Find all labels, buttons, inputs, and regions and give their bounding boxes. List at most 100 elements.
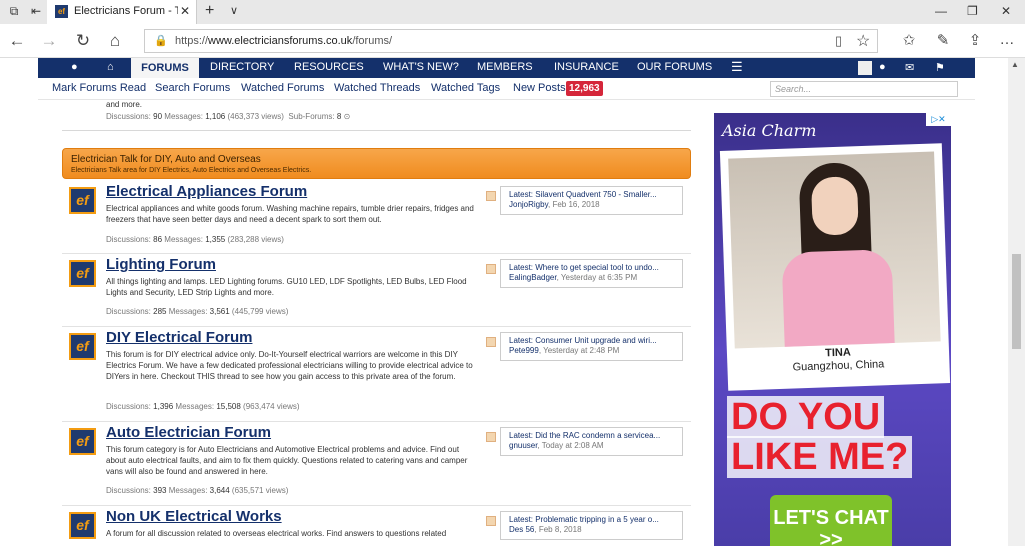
forum-description: All things lighting and lamps. LED Light… <box>106 277 467 297</box>
home-icon[interactable]: ⌂ <box>104 31 126 51</box>
new-posts-link[interactable]: New Posts <box>513 82 566 94</box>
active-tab[interactable]: ef Electricians Forum - Talk ✕ <box>47 0 197 24</box>
nav-members[interactable]: MEMBERS <box>477 61 533 73</box>
latest-thread-link[interactable]: Problematic tripping in a 5 year o... <box>535 515 659 524</box>
restore-icon[interactable]: ❐ <box>967 4 978 18</box>
forum-list: and more. Discussions: 90 Messages: 1,10… <box>38 100 698 546</box>
nav-toggle-icon[interactable]: ● <box>71 61 78 73</box>
ad-choices-icon[interactable]: ▷✕ <box>926 113 951 126</box>
latest-thread-link[interactable]: Did the RAC condemn a servicea... <box>535 431 660 440</box>
nav-home-icon[interactable]: ⌂ <box>107 61 114 73</box>
latest-thread-link[interactable]: Where to get special tool to undo... <box>535 263 659 272</box>
forum-row: ef DIY Electrical Forum This forum is fo… <box>62 327 691 422</box>
scrollbar-thumb[interactable] <box>1012 254 1021 349</box>
latest-post[interactable]: Latest: Problematic tripping in a 5 year… <box>500 511 683 540</box>
inbox-icon[interactable]: ✉ <box>905 61 914 74</box>
forum-stats: Discussions: 86 Messages: 1,355 (283,288… <box>106 235 284 244</box>
latest-user-link[interactable]: gnuuser <box>509 441 537 450</box>
forum-logo-icon: ef <box>69 260 96 287</box>
category-description: Electricians Talk area for DIY Electrics… <box>71 167 312 174</box>
category-title[interactable]: Electrician Talk for DIY, Auto and Overs… <box>71 154 261 165</box>
favorites-icon[interactable]: ✩ <box>898 31 920 49</box>
nav-forums[interactable]: FORUMS <box>131 58 199 78</box>
nav-our-forums[interactable]: OUR FORUMS <box>637 61 712 73</box>
share-icon[interactable]: ⇪ <box>964 31 986 49</box>
new-posts-count-badge[interactable]: 12,963 <box>566 81 603 96</box>
scroll-up-icon[interactable]: ▲ <box>1011 60 1019 69</box>
latest-user-link[interactable]: Pete999 <box>509 346 539 355</box>
more-icon[interactable]: … <box>996 31 1018 48</box>
chevron-down-icon[interactable]: ∨ <box>230 4 238 17</box>
latest-thread-link[interactable]: Consumer Unit upgrade and wiri... <box>535 336 656 345</box>
forum-title[interactable]: Lighting Forum <box>106 256 216 273</box>
rss-icon[interactable] <box>486 432 496 442</box>
page-scrollbar[interactable]: ▲ <box>1008 58 1025 546</box>
ad-headline-1: DO YOU <box>727 396 885 438</box>
forum-stats: Discussions: 1,396 Messages: 15,508 (963… <box>106 402 300 411</box>
nav-directory[interactable]: DIRECTORY <box>210 61 274 73</box>
mark-forums-read-link[interactable]: Mark Forums Read <box>52 82 146 94</box>
forum-logo-icon: ef <box>69 333 96 360</box>
url-text: https://www.electriciansforums.co.uk/for… <box>175 35 393 47</box>
rss-icon[interactable] <box>486 191 496 201</box>
forum-title[interactable]: Electrical Appliances Forum <box>106 183 307 200</box>
forum-row: ef Electrical Appliances Forum Electrica… <box>62 181 691 254</box>
address-bar[interactable]: 🔒 https://www.electriciansforums.co.uk/f… <box>144 29 878 53</box>
rss-icon[interactable] <box>486 516 496 526</box>
pen-icon[interactable]: ✎ <box>932 31 954 49</box>
reading-view-icon[interactable]: ▯ <box>835 33 842 49</box>
refresh-icon[interactable]: ↻ <box>72 31 94 51</box>
latest-post[interactable]: Latest: Silavent Quadvent 750 - Smaller.… <box>500 186 683 215</box>
browser-tab-bar: ⧉ ⇤ ef Electricians Forum - Talk ✕ + ∨ —… <box>0 0 1025 24</box>
forum-row: ef Auto Electrician Forum This forum cat… <box>62 422 691 506</box>
ad-headline-2: LIKE ME? <box>727 436 913 478</box>
nav-whats-new[interactable]: WHAT'S NEW? <box>383 61 459 73</box>
ad-photo: TINA Guangzhou, China <box>719 143 951 391</box>
tab-set-aside-icon[interactable]: ⧉ <box>6 3 22 19</box>
category-header[interactable]: Electrician Talk for DIY, Auto and Overs… <box>62 148 691 179</box>
forum-title[interactable]: DIY Electrical Forum <box>106 329 252 346</box>
forum-row: ef Lighting Forum All things lighting an… <box>62 254 691 327</box>
nav-insurance[interactable]: INSURANCE <box>554 61 619 73</box>
rss-icon[interactable] <box>486 337 496 347</box>
forum-title[interactable]: Non UK Electrical Works <box>106 508 282 525</box>
forum-description: This forum is for DIY electrical advice … <box>106 350 473 381</box>
divider <box>62 130 691 131</box>
subforums-toggle-icon[interactable]: ⊙ <box>344 112 351 121</box>
forum-description: Electrical appliances and white goods fo… <box>106 204 474 224</box>
latest-user-link[interactable]: JonjoRigby <box>509 200 548 209</box>
alerts-flag-icon[interactable]: ⚑ <box>935 61 945 74</box>
latest-post[interactable]: Latest: Did the RAC condemn a servicea..… <box>500 427 683 456</box>
latest-user-link[interactable]: EalingBadger <box>509 273 557 282</box>
close-window-icon[interactable]: ✕ <box>1001 4 1011 18</box>
user-icon[interactable]: ● <box>879 61 886 73</box>
tab-back-icon[interactable]: ⇤ <box>28 3 44 19</box>
avatar[interactable] <box>858 61 872 75</box>
sidebar-advertisement[interactable]: Asia Charm ▷✕ TINA Guangzhou, China DO Y… <box>714 113 951 546</box>
rss-icon[interactable] <box>486 264 496 274</box>
forward-icon[interactable]: → <box>38 31 60 51</box>
search-forums-link[interactable]: Search Forums <box>155 82 230 94</box>
search-input[interactable]: Search... <box>770 81 958 97</box>
back-icon[interactable]: ← <box>6 31 28 51</box>
latest-post[interactable]: Latest: Consumer Unit upgrade and wiri..… <box>500 332 683 361</box>
watched-threads-link[interactable]: Watched Threads <box>334 82 420 94</box>
close-icon[interactable]: ✕ <box>180 4 190 18</box>
forum-logo-icon: ef <box>69 512 96 539</box>
ad-brand: Asia Charm <box>722 121 817 140</box>
forum-title[interactable]: Auto Electrician Forum <box>106 424 271 441</box>
menu-icon[interactable]: ☰ <box>731 59 743 75</box>
latest-user-link[interactable]: Des 56 <box>509 525 534 534</box>
tab-title: Electricians Forum - Talk <box>74 5 178 17</box>
new-tab-icon[interactable]: + <box>205 2 214 20</box>
latest-post[interactable]: Latest: Where to get special tool to und… <box>500 259 683 288</box>
latest-thread-link[interactable]: Silavent Quadvent 750 - Smaller... <box>535 190 656 199</box>
site-main-nav: ● ⌂ FORUMS DIRECTORY RESOURCES WHAT'S NE… <box>38 58 975 78</box>
watched-tags-link[interactable]: Watched Tags <box>431 82 500 94</box>
ad-cta-button[interactable]: LET'S CHAT >> <box>770 495 892 546</box>
favorite-star-icon[interactable]: ☆ <box>856 31 870 51</box>
lock-icon: 🔒 <box>154 35 168 47</box>
nav-resources[interactable]: RESOURCES <box>294 61 364 73</box>
minimize-icon[interactable]: — <box>935 4 947 18</box>
watched-forums-link[interactable]: Watched Forums <box>241 82 324 94</box>
